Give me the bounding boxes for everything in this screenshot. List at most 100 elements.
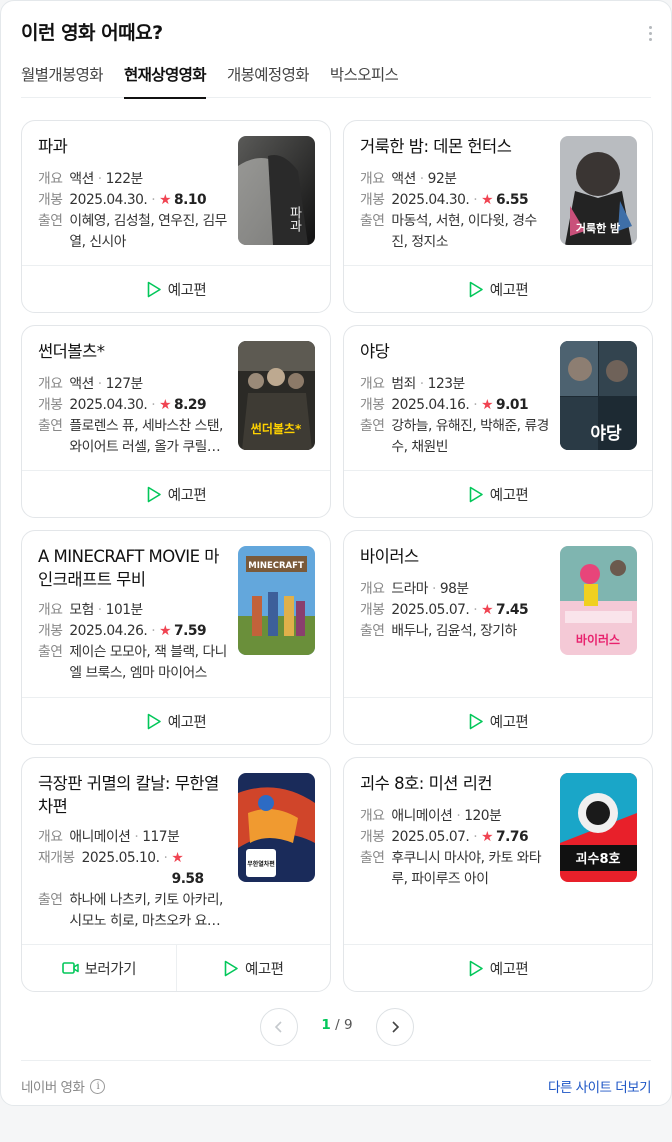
release-label: 개봉 <box>38 623 63 639</box>
genre: 액션 <box>69 376 94 392</box>
panel-header: 이런 영화 어때요? <box>21 19 657 47</box>
genre: 애니메이션 <box>69 829 131 845</box>
rating: 7.76 <box>496 829 529 845</box>
movie-poster[interactable]: 거룩한 밤 <box>560 136 637 245</box>
cast-list: 이혜영, 김성철, 연우진, 김무열, 신시아 <box>69 213 227 250</box>
next-page-button[interactable] <box>376 1008 414 1046</box>
overview-label: 개요 <box>360 581 385 597</box>
movie-title[interactable]: 썬더볼츠* <box>38 340 228 363</box>
movie-poster[interactable]: 괴수8호 <box>560 773 637 882</box>
movie-card[interactable]: A MINECRAFT MOVIE 마인크래프트 무비 개요 모험 · 101분 개봉… <box>21 530 331 745</box>
poster-title: 무한열차편 <box>247 860 275 868</box>
movie-card[interactable]: 야당 개요 범죄 · 123분 개봉 2025.04.16. · ★ 9.01 출연 강하늘, … <box>343 325 653 518</box>
current-page: 1 <box>321 1017 331 1033</box>
overview-label: 개요 <box>38 829 63 845</box>
movie-title[interactable]: 야당 <box>360 340 550 363</box>
card-actions: 예고편 <box>344 697 652 744</box>
trailer-button[interactable]: 예고편 <box>344 945 652 991</box>
trailer-label: 예고편 <box>167 282 207 299</box>
star-icon: ★ <box>159 397 172 413</box>
movie-card[interactable]: 바이러스 개요 드라마 · 98분 개봉 2025.05.07. · ★ 7.45 출연 배두나… <box>343 530 653 745</box>
genre: 애니메이션 <box>391 808 453 824</box>
poster-title: 야당 <box>590 424 622 444</box>
poster-title: 거룩한 밤 <box>576 221 620 235</box>
release-label: 개봉 <box>360 829 385 845</box>
movie-poster[interactable]: MINECRAFT <box>238 546 315 655</box>
movie-title[interactable]: 거룩한 밤: 데몬 헌터스 <box>360 135 550 158</box>
movie-title[interactable]: 극장판 귀멸의 칼날: 무한열차편 <box>38 772 228 818</box>
trailer-button[interactable]: 예고편 <box>344 471 652 517</box>
movie-recommendation-panel: 이런 영화 어때요? 월별개봉영화 현재상영영화 개봉예정영화 박스오피스 파과… <box>0 0 672 1106</box>
rerelease-label: 재개봉 <box>38 850 75 866</box>
movie-title[interactable]: 괴수 8호: 미션 리컨 <box>360 772 550 795</box>
trailer-button[interactable]: 예고편 <box>22 698 330 744</box>
play-icon <box>147 486 161 502</box>
tab-upcoming[interactable]: 개봉예정영화 <box>227 57 310 98</box>
trailer-button[interactable]: 예고편 <box>344 698 652 744</box>
rating: 9.58 <box>171 871 205 887</box>
rating: 7.59 <box>174 623 207 639</box>
cast-list: 플로렌스 퓨, 세바스찬 스탠, 와이어트 러셀, 올가 쿠릴렌코 <box>69 418 223 455</box>
rating: 7.45 <box>496 602 529 618</box>
trailer-button[interactable]: 예고편 <box>22 471 330 517</box>
play-icon <box>469 960 483 976</box>
category-tabs: 월별개봉영화 현재상영영화 개봉예정영화 박스오피스 <box>21 57 651 99</box>
star-icon: ★ <box>159 623 172 639</box>
watch-button[interactable]: 보러가기 <box>22 945 176 991</box>
movie-card[interactable]: 괴수 8호: 미션 리컨 개요 애니메이션 · 120분 개봉 2025.05.07. ·… <box>343 757 653 992</box>
release-date: 2025.04.16. <box>391 397 470 413</box>
movie-poster[interactable]: 야당 <box>560 341 637 450</box>
play-icon <box>147 281 161 297</box>
movie-card[interactable]: 파과 개요 액션 · 122분 개봉 2025.04.30. · ★ 8.10 출연 이혜영, … <box>21 120 331 313</box>
movie-info: 개요 모험 · 101분 개봉 2025.04.26. · ★ 7.59 출연 제이슨 모모아,… <box>38 600 228 684</box>
star-icon: ★ <box>481 829 494 845</box>
star-icon: ★ <box>481 397 494 413</box>
other-sites-link[interactable]: 다른 사이트 더보기 <box>548 1076 651 1096</box>
release-date: 2025.04.30. <box>69 192 148 208</box>
rating: 8.29 <box>174 397 207 413</box>
cast-list: 제이슨 모모아, 잭 블랙, 다니엘 브룩스, 엠마 마이어스 <box>69 644 227 681</box>
cast-list: 배두나, 김윤석, 장기하 <box>391 623 517 639</box>
trailer-button[interactable]: 예고편 <box>344 266 652 312</box>
more-options-icon[interactable] <box>643 23 657 43</box>
star-icon: ★ <box>481 192 494 208</box>
page-separator: / <box>335 1017 340 1033</box>
movie-title[interactable]: 바이러스 <box>360 545 550 568</box>
movie-title[interactable]: A MINECRAFT MOVIE 마인크래프트 무비 <box>38 545 228 591</box>
movie-poster[interactable]: 무한열차편 <box>238 773 315 882</box>
tab-now-showing[interactable]: 현재상영영화 <box>123 57 207 99</box>
info-icon[interactable]: i <box>90 1078 106 1094</box>
genre: 모험 <box>69 602 94 618</box>
cast-label: 출연 <box>38 892 63 908</box>
pagination: 1 / 9 <box>260 1008 414 1046</box>
movie-info: 개요 액션 · 92분 개봉 2025.04.30. · ★ 6.55 출연 마동석, 서현, … <box>360 169 550 253</box>
runtime: 122분 <box>105 171 144 187</box>
trailer-button[interactable]: 예고편 <box>175 945 331 991</box>
trailer-button[interactable]: 예고편 <box>22 266 330 312</box>
movie-poster[interactable]: 파과 <box>238 136 315 245</box>
movie-poster[interactable]: 바이러스 <box>560 546 637 655</box>
overview-label: 개요 <box>38 171 63 187</box>
play-icon <box>469 281 483 297</box>
movie-card[interactable]: 극장판 귀멸의 칼날: 무한열차편 개요 애니메이션 · 117분 재개봉 2025.0… <box>21 757 331 992</box>
runtime: 101분 <box>105 602 144 618</box>
tab-box-office[interactable]: 박스오피스 <box>330 57 399 98</box>
cast-label: 출연 <box>360 623 385 639</box>
movie-card[interactable]: 거룩한 밤: 데몬 헌터스 개요 액션 · 92분 개봉 2025.04.30. · ★ 6.… <box>343 120 653 313</box>
tab-monthly-release[interactable]: 월별개봉영화 <box>21 57 104 98</box>
release-date: 2025.05.07. <box>391 829 470 845</box>
trailer-label: 예고편 <box>489 282 529 299</box>
runtime: 120분 <box>464 808 502 824</box>
genre: 드라마 <box>391 581 428 597</box>
previous-page-button[interactable] <box>260 1008 298 1046</box>
movie-title[interactable]: 파과 <box>38 135 228 158</box>
poster-title: 괴수8호 <box>576 852 621 867</box>
cast-label: 출연 <box>360 418 385 434</box>
movie-card[interactable]: 썬더볼츠* 개요 액션 · 127분 개봉 2025.04.30. · ★ 8.29 출연 플로… <box>21 325 331 518</box>
release-label: 개봉 <box>360 397 385 413</box>
trailer-label: 예고편 <box>489 961 529 978</box>
movie-poster[interactable]: 썬더볼츠* <box>238 341 315 450</box>
release-label: 개봉 <box>360 602 385 618</box>
rating: 6.55 <box>496 192 529 208</box>
card-actions: 예고편 <box>344 470 652 517</box>
